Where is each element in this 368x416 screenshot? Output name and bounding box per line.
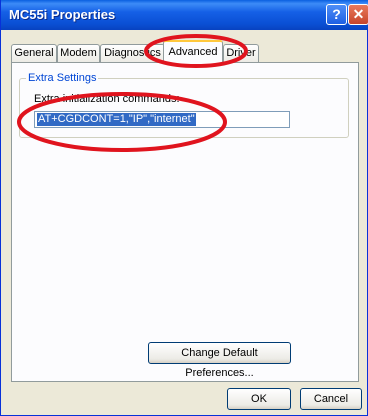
window-title: MC55i Properties	[9, 7, 116, 22]
properties-dialog: MC55i Properties ? ✕ General Modem Diagn…	[0, 0, 368, 416]
init-commands-label: Extra initialization commands:	[34, 93, 180, 105]
tab-diagnostics[interactable]: Diagnostics	[100, 44, 165, 62]
ok-button[interactable]: OK	[227, 388, 291, 410]
title-bar[interactable]: MC55i Properties ? ✕	[1, 0, 368, 30]
extra-settings-group: Extra Settings Extra initialization comm…	[19, 72, 349, 138]
tab-advanced[interactable]: Advanced	[163, 40, 223, 63]
group-title: Extra Settings	[26, 72, 99, 84]
init-commands-value: AT+CGDCONT=1,"IP","internet"	[37, 113, 196, 126]
tab-general[interactable]: General	[11, 44, 57, 62]
init-commands-input[interactable]: AT+CGDCONT=1,"IP","internet"	[34, 111, 290, 128]
change-default-preferences-button[interactable]: Change Default Preferences...	[148, 342, 291, 379]
cancel-button[interactable]: Cancel	[300, 388, 362, 410]
help-button[interactable]: ?	[326, 4, 347, 25]
tab-modem[interactable]: Modem	[57, 44, 100, 62]
close-button[interactable]: ✕	[348, 4, 368, 25]
tab-driver[interactable]: Driver	[223, 44, 259, 62]
